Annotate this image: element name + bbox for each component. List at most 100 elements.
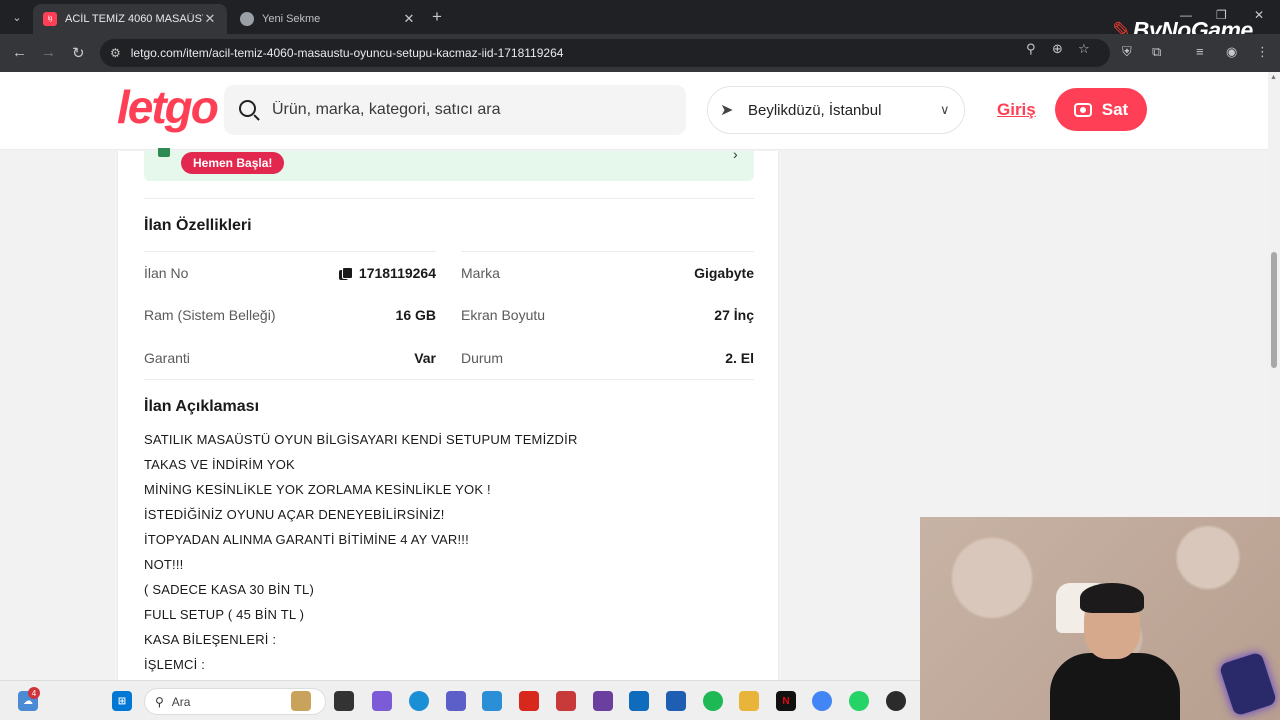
description-line: ( SADECE KASA 30 BİN TL)	[144, 582, 315, 597]
tab-letgo[interactable]: lg ACİL TEMİZ 4060 MASAÜSTÜ O ✕	[33, 4, 227, 34]
taskbar-search-placeholder: Ara	[171, 694, 191, 709]
msi-icon[interactable]	[593, 691, 613, 711]
netflix-icon[interactable]: N	[776, 691, 796, 711]
divider	[144, 379, 754, 380]
notification-badge: 4	[28, 687, 40, 699]
address-bar: ← → ↻ ⚙ letgo.com/item/acil-temiz-4060-m…	[0, 34, 1280, 72]
start-now-button[interactable]: Hemen Başla!	[181, 152, 285, 174]
tab-title: Yeni Sekme	[262, 13, 321, 25]
promo-banner[interactable]: Hemen Başla! ›	[144, 146, 754, 181]
sell-button-label: Sat	[1101, 99, 1129, 119]
property-value: 2. El	[725, 350, 754, 366]
property-value: Gigabyte	[694, 265, 754, 281]
extensions-puzzle-icon[interactable]: ⧉	[1152, 44, 1161, 60]
profile-icon[interactable]: ◉	[1226, 44, 1237, 60]
description-line: KASA BİLEŞENLERİ :	[144, 632, 277, 647]
search-box[interactable]	[224, 85, 686, 135]
webcam-person-body	[1050, 653, 1180, 720]
description-line: FULL SETUP ( 45 BİN TL )	[144, 607, 305, 622]
scrollbar-thumb[interactable]	[1271, 252, 1277, 368]
chrome-icon[interactable]	[812, 691, 832, 711]
taskbar-search-highlight-icon[interactable]	[291, 691, 311, 711]
property-label: Ekran Boyutu	[461, 307, 546, 323]
property-screen-size: Ekran Boyutu 27 İnç	[461, 294, 754, 336]
forward-icon[interactable]: →	[41, 44, 56, 61]
browser-tab-bar: ⌄ lg ACİL TEMİZ 4060 MASAÜSTÜ O ✕ Yeni S…	[0, 0, 1280, 43]
site-info-icon[interactable]: ⚙	[110, 46, 121, 60]
sell-button[interactable]: Sat	[1055, 88, 1147, 131]
property-value: 16 GB	[395, 307, 436, 323]
description-line: NOT!!!	[144, 557, 184, 572]
property-label: Durum	[461, 350, 504, 366]
property-ram: Ram (Sistem Belleği) 16 GB	[144, 294, 436, 336]
bookmark-star-icon[interactable]: ☆	[1078, 41, 1090, 57]
chevron-right-icon[interactable]: ›	[733, 146, 738, 162]
property-label: Garanti	[144, 350, 190, 366]
property-listing-no: İlan No 1718119264	[144, 252, 436, 294]
chrome-menu-icon[interactable]: ⋮	[1256, 44, 1269, 60]
tab-search-icon[interactable]: ⌄	[6, 6, 28, 28]
description-line: SATILIK MASAÜSTÜ OYUN BİLGİSAYARI KENDİ …	[144, 432, 578, 447]
camera-icon	[1073, 102, 1092, 117]
property-label: İlan No	[144, 265, 189, 281]
url-text[interactable]: letgo.com/item/acil-temiz-4060-masaustu-…	[131, 46, 564, 60]
edge-icon[interactable]	[409, 691, 429, 711]
task-view-icon[interactable]	[334, 691, 354, 711]
office-icon[interactable]	[666, 691, 686, 711]
whatsapp-icon[interactable]	[849, 691, 869, 711]
description-line: İŞLEMCİ :	[144, 657, 206, 672]
description-line: TAKAS VE İNDİRİM YOK	[144, 457, 295, 472]
location-selector[interactable]: ➤ Beylikdüzü, İstanbul ∨	[707, 86, 965, 134]
location-pin-icon[interactable]: ⚲	[1026, 41, 1036, 57]
description-line: İTOPYADAN ALINMA GARANTİ BİTİMİNE 4 AY V…	[144, 532, 469, 547]
new-tab-plus-icon[interactable]: +	[432, 7, 442, 27]
listing-content: Hemen Başla! › İlan Özellikleri İlan No …	[117, 146, 779, 680]
acrobat-icon[interactable]	[519, 691, 539, 711]
windows-start-icon[interactable]: ⊞	[112, 691, 132, 711]
copy-icon[interactable]	[338, 266, 353, 280]
property-value: 27 İnç	[714, 307, 754, 323]
snipping-icon[interactable]	[556, 691, 576, 711]
close-tab-icon[interactable]: ✕	[203, 11, 217, 27]
omnibox[interactable]: ⚙ letgo.com/item/acil-temiz-4060-masaust…	[100, 39, 1110, 67]
close-window-icon[interactable]: ✕	[1254, 8, 1264, 22]
scroll-up-icon[interactable]: ▲	[1270, 74, 1277, 81]
property-label: Marka	[461, 265, 500, 281]
properties-title: İlan Özellikleri	[144, 217, 252, 234]
webcam-overlay	[920, 517, 1280, 720]
letgo-favicon-icon: lg	[43, 12, 57, 26]
obs-icon[interactable]	[886, 691, 906, 711]
tab-new-tab[interactable]: Yeni Sekme ✕	[230, 4, 426, 34]
copilot-icon[interactable]	[372, 691, 392, 711]
outlook-icon[interactable]	[629, 691, 649, 711]
spotify-icon[interactable]	[703, 691, 723, 711]
property-value: Var	[414, 350, 436, 366]
windows-taskbar: ☁ 4 ⊞ ⚲ Ara N	[0, 680, 920, 720]
reload-icon[interactable]: ↻	[72, 44, 85, 62]
search-icon	[238, 99, 260, 121]
file-explorer-icon[interactable]	[739, 691, 759, 711]
store-icon[interactable]	[482, 691, 502, 711]
description-title: İlan Açıklaması	[144, 398, 260, 415]
property-condition: Durum 2. El	[461, 337, 754, 379]
extension-shield-icon[interactable]: ⛨	[1122, 44, 1132, 60]
close-tab-icon[interactable]: ✕	[402, 11, 416, 27]
search-icon: ⚲	[155, 694, 164, 709]
letgo-logo[interactable]: letgo	[117, 80, 219, 134]
back-icon[interactable]: ←	[12, 44, 27, 61]
media-control-icon[interactable]: ≡	[1196, 44, 1204, 59]
chrome-favicon-icon	[240, 12, 254, 26]
description-line: MİNİNG KESİNLİKLE YOK ZORLAMA KESİNLİKLE…	[144, 482, 491, 497]
site-header: letgo ➤ Beylikdüzü, İstanbul ∨ Giriş Sat	[0, 72, 1268, 150]
zoom-icon[interactable]: ⊕	[1052, 41, 1063, 57]
navigation-arrow-icon: ➤	[720, 102, 734, 119]
description-text: SATILIK MASAÜSTÜ OYUN BİLGİSAYARI KENDİ …	[144, 432, 744, 680]
search-input[interactable]	[272, 101, 652, 119]
banner-icon	[158, 148, 170, 157]
teams-icon[interactable]	[446, 691, 466, 711]
login-link[interactable]: Giriş	[997, 100, 1036, 120]
property-value[interactable]: 1718119264	[338, 265, 436, 281]
property-brand: Marka Gigabyte	[461, 252, 754, 294]
property-warranty: Garanti Var	[144, 337, 436, 379]
description-line: İSTEDİĞİNİZ OYUNU AÇAR DENEYEBİLİRSİNİZ!	[144, 507, 445, 522]
